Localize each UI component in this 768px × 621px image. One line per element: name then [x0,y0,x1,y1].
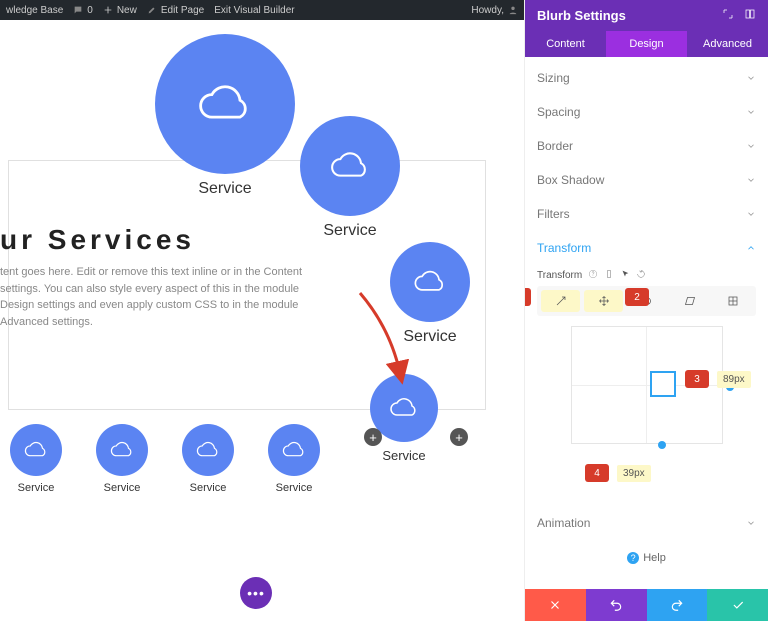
tab-advanced[interactable]: Advanced [687,31,768,57]
adminbar-exit-vb[interactable]: Exit Visual Builder [214,5,294,16]
adminbar-comments[interactable]: 0 [73,5,93,16]
reset-icon[interactable] [636,269,646,282]
snap-icon[interactable] [744,8,756,23]
blurb-service-1[interactable]: Service [155,34,295,198]
callout-4: 439px [585,464,651,482]
blurb-small-3[interactable]: Service [182,424,234,494]
annotation-arrow [350,288,420,388]
transform-body: Transform ? 1 2 [537,265,756,506]
section-transform[interactable]: Transform [537,231,756,265]
adminbar-howdy[interactable]: Howdy, [471,5,518,16]
svg-text:?: ? [592,272,595,278]
transform-label: Transform [537,270,582,281]
add-module-button[interactable]: + [450,428,468,446]
blurb-small-4[interactable]: Service [268,424,320,494]
panel-header: Blurb Settings [525,0,768,31]
phone-icon[interactable] [604,269,614,282]
hover-icon[interactable] [620,269,630,282]
transform-scale-button[interactable] [541,290,580,312]
callout-2: 2 [625,288,649,306]
help-link[interactable]: ?Help [537,540,756,578]
section-spacing[interactable]: Spacing [537,95,756,129]
redo-button[interactable] [647,589,708,621]
transform-target[interactable] [650,371,676,397]
tab-design[interactable]: Design [606,31,687,57]
callout-1: 1 [525,288,531,306]
expand-icon[interactable] [722,8,734,23]
section-box-shadow[interactable]: Box Shadow [537,163,756,197]
adminbar-edit[interactable]: Edit Page [147,5,204,16]
transform-y-value: 39px [617,465,651,482]
transform-skew-button[interactable] [670,290,709,312]
settings-panel: Blurb Settings Content Design Advanced S… [524,0,768,621]
wp-admin-bar: wledge Base 0 New Edit Page Exit Visual … [0,0,524,20]
transform-x-value: 89px [717,371,751,388]
panel-title: Blurb Settings [537,8,626,23]
help-badge-icon: ? [627,552,639,564]
section-animation[interactable]: Animation [537,506,756,540]
transform-mode-row: 1 2 [537,286,756,316]
panel-tabs: Content Design Advanced [525,31,768,57]
adminbar-kb[interactable]: wledge Base [6,5,63,16]
panel-footer [525,589,768,621]
section-sizing[interactable]: Sizing [537,61,756,95]
callout-3: 389px [685,370,751,388]
undo-button[interactable] [586,589,647,621]
save-button[interactable] [707,589,768,621]
adminbar-new[interactable]: New [103,5,137,16]
blurb-service-2[interactable]: Service [300,116,400,240]
page-body-text[interactable]: tent goes here. Edit or remove this text… [0,264,330,330]
blurb-small-2[interactable]: Service [96,424,148,494]
section-border[interactable]: Border [537,129,756,163]
transform-handle-y[interactable] [658,441,666,449]
transform-origin-button[interactable] [713,290,752,312]
transform-translate-button[interactable] [584,290,623,312]
tab-content[interactable]: Content [525,31,606,57]
add-module-button[interactable]: + [364,428,382,446]
builder-fab-menu[interactable]: ••• [240,577,272,609]
page-canvas: ur Services tent goes here. Edit or remo… [0,20,524,621]
discard-button[interactable] [525,589,586,621]
section-filters[interactable]: Filters [537,197,756,231]
blurb-small-1[interactable]: Service [10,424,62,494]
page-heading[interactable]: ur Services [0,224,195,256]
help-icon[interactable]: ? [588,269,598,282]
